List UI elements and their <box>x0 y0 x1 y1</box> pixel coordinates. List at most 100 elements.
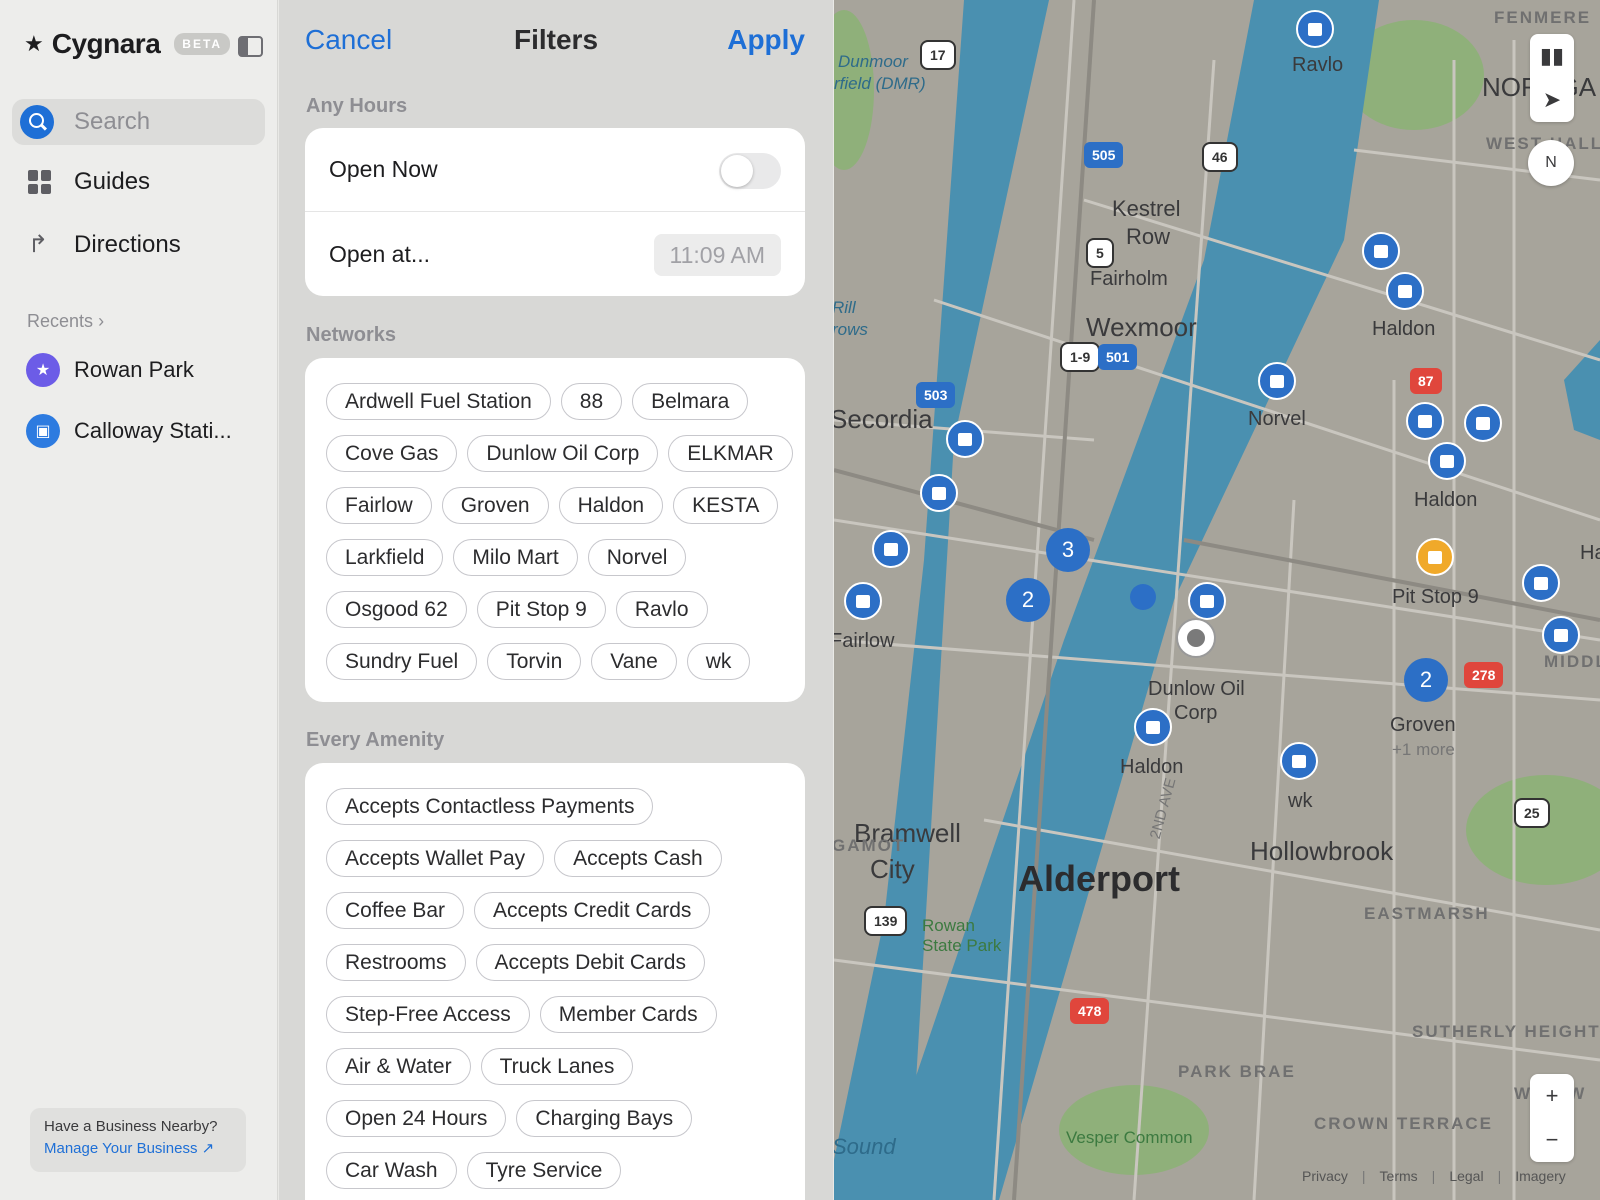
route-shield: 505 <box>1084 142 1124 168</box>
search-field[interactable]: Search <box>12 99 265 145</box>
network-chip[interactable]: Ravlo <box>615 591 708 628</box>
map-label: Dunlow Oil <box>1148 678 1245 700</box>
route-shield: 87 <box>1410 368 1442 394</box>
network-chip[interactable]: ELKMAR <box>668 435 793 472</box>
network-chip[interactable]: Norvel <box>587 539 687 576</box>
map-view[interactable]: FENMERE NORRGA WEST HALLO Ravlo Dunmoor … <box>834 0 1600 1200</box>
cluster-marker[interactable]: 2 <box>1006 578 1050 622</box>
business-card: Have a Business Nearby? Manage Your Busi… <box>30 1108 246 1172</box>
fuel-station-pin[interactable] <box>1134 708 1172 746</box>
current-location-dot <box>1130 584 1156 610</box>
network-chip[interactable]: Torvin <box>487 643 582 680</box>
pit-stop-pin[interactable] <box>1416 538 1454 576</box>
network-chip[interactable]: Fairlow <box>326 487 432 524</box>
fuel-station-pin[interactable] <box>1406 402 1444 440</box>
fuel-station-pin[interactable] <box>1542 616 1580 654</box>
open-at-time-picker[interactable]: 11:09 AM <box>653 234 781 276</box>
route-shield: 46 <box>1202 142 1238 172</box>
amenity-chip[interactable]: Air & Water <box>326 1048 471 1085</box>
network-chip[interactable]: Belmara <box>632 383 749 420</box>
open-now-row: Open Now <box>305 128 805 212</box>
sidebar-item-guides[interactable]: Guides <box>28 168 150 196</box>
amenity-chip[interactable]: Accepts Cash <box>554 840 722 877</box>
amenity-chip[interactable]: Coffee Bar <box>326 892 465 929</box>
sidebar-item-directions[interactable]: ↱ Directions <box>28 230 181 259</box>
terms-link[interactable]: Terms <box>1380 1168 1418 1184</box>
manage-business-link[interactable]: Manage Your Business ↗ <box>44 1139 232 1157</box>
compass-button[interactable]: N <box>1528 140 1574 186</box>
map-label: Fairlow <box>834 630 895 652</box>
imagery-link[interactable]: Imagery <box>1515 1168 1566 1184</box>
sidebar-toggle-icon[interactable] <box>238 36 263 57</box>
fuel-station-pin[interactable] <box>1428 442 1466 480</box>
recent-item-rowan-park[interactable]: ★ Rowan Park <box>26 353 194 387</box>
network-chip[interactable]: Groven <box>441 487 549 524</box>
fuel-station-pin[interactable] <box>920 474 958 512</box>
fuel-station-pin[interactable] <box>844 582 882 620</box>
open-at-row: Open at... 11:09 AM <box>305 212 805 296</box>
cluster-marker[interactable]: 3 <box>1046 528 1090 572</box>
fuel-station-pin[interactable] <box>1522 564 1560 602</box>
fuel-station-pin[interactable] <box>1188 582 1226 620</box>
selected-location-pin[interactable] <box>1176 618 1216 658</box>
amenity-chip[interactable]: Car Wash <box>326 1152 457 1189</box>
fuel-station-pin[interactable] <box>1258 362 1296 400</box>
zoom-controls: + − <box>1530 1074 1574 1162</box>
network-chip[interactable]: Milo Mart <box>453 539 578 576</box>
zoom-in-button[interactable]: + <box>1530 1074 1574 1118</box>
network-chip[interactable]: Vane <box>591 643 677 680</box>
park-area <box>1466 775 1600 885</box>
fuel-station-pin[interactable] <box>1280 742 1318 780</box>
network-chip[interactable]: Cove Gas <box>326 435 458 472</box>
filters-panel: Filters Cancel Apply Any Hours Open Now … <box>279 0 833 1200</box>
network-chip[interactable]: Haldon <box>558 487 664 524</box>
map-label: rows <box>834 320 868 339</box>
route-shield: 478 <box>1070 998 1110 1024</box>
recent-item-calloway-station[interactable]: ▣ Calloway Stati... <box>26 414 232 448</box>
map-footer: Privacy | Terms | Legal | Imagery <box>1302 1168 1566 1184</box>
network-chip[interactable]: Sundry Fuel <box>326 643 478 680</box>
amenity-chip[interactable]: Accepts Contactless Payments <box>326 788 654 825</box>
amenity-chip[interactable]: Truck Lanes <box>480 1048 634 1085</box>
cancel-button[interactable]: Cancel <box>305 24 392 56</box>
locate-button[interactable]: ➤ <box>1530 78 1574 122</box>
amenity-chip[interactable]: Accepts Debit Cards <box>475 944 705 981</box>
map-label: Groven <box>1390 714 1456 736</box>
map-label: Rill <box>834 298 856 317</box>
map-label: PARK BRAE <box>1178 1062 1296 1081</box>
amenities-card: Accepts Contactless Payments Accepts Wall… <box>305 763 805 1200</box>
fuel-station-pin[interactable] <box>1296 10 1334 48</box>
amenity-chip[interactable]: Open 24 Hours <box>326 1100 507 1137</box>
apply-button[interactable]: Apply <box>727 24 805 56</box>
open-now-toggle[interactable] <box>719 153 781 189</box>
privacy-link[interactable]: Privacy <box>1302 1168 1348 1184</box>
amenity-chip[interactable]: Tyre Service <box>466 1152 622 1189</box>
amenity-chip[interactable]: Restrooms <box>326 944 466 981</box>
fuel-station-pin[interactable] <box>1386 272 1424 310</box>
zoom-out-button[interactable]: − <box>1530 1118 1574 1162</box>
fuel-station-pin[interactable] <box>1464 404 1502 442</box>
network-chip[interactable]: wk <box>686 643 751 680</box>
map-mode-button[interactable]: ▮▮ <box>1530 34 1574 78</box>
cluster-marker[interactable]: 2 <box>1404 658 1448 702</box>
fuel-station-pin[interactable] <box>946 420 984 458</box>
network-chip[interactable]: Osgood 62 <box>326 591 467 628</box>
map-label: Wexmoor <box>1086 312 1197 342</box>
legal-link[interactable]: Legal <box>1449 1168 1483 1184</box>
toggle-knob <box>721 155 753 187</box>
network-chip[interactable]: Pit Stop 9 <box>476 591 606 628</box>
network-chip[interactable]: Ardwell Fuel Station <box>326 383 551 420</box>
fuel-station-pin[interactable] <box>872 530 910 568</box>
app-name: Cygnara <box>51 28 161 59</box>
amenity-chip[interactable]: Step-Free Access <box>326 996 530 1033</box>
fuel-station-pin[interactable] <box>1362 232 1400 270</box>
network-chip[interactable]: Dunlow Oil Corp <box>467 435 659 472</box>
network-chip[interactable]: 88 <box>560 383 623 420</box>
amenity-chip[interactable]: Accepts Wallet Pay <box>326 840 545 877</box>
network-chip[interactable]: KESTA <box>673 487 779 524</box>
amenity-chip[interactable]: Accepts Credit Cards <box>474 892 711 929</box>
network-chip[interactable]: Larkfield <box>326 539 444 576</box>
amenity-chip[interactable]: Charging Bays <box>516 1100 693 1137</box>
amenity-chip[interactable]: Member Cards <box>539 996 717 1033</box>
recents-header[interactable]: Recents › <box>27 311 104 332</box>
